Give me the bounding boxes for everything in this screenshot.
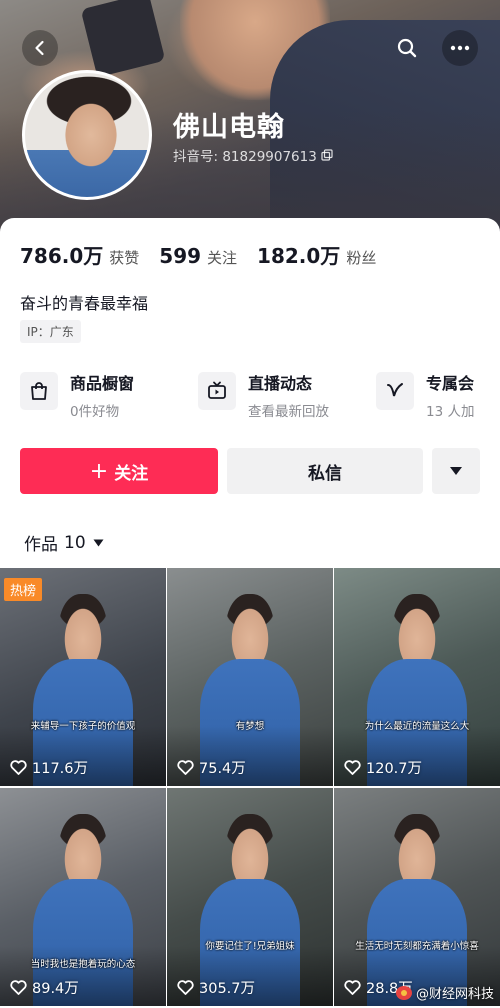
feature-title: 直播动态	[248, 374, 313, 393]
copy-icon[interactable]	[321, 149, 333, 161]
video-caption: 你要记住了!兄弟姐妹	[205, 941, 295, 952]
heart-icon	[344, 760, 361, 775]
message-label: 私信	[308, 463, 342, 484]
chevron-left-icon	[35, 40, 44, 56]
feature-subtitle: 13 人加	[426, 404, 475, 420]
stat-label: 获赞	[109, 249, 140, 267]
caret-down-icon	[93, 539, 104, 546]
follow-button[interactable]: + 关注	[20, 448, 218, 494]
video-likes: 120.7万	[344, 757, 422, 778]
video-likes: 89.4万	[10, 977, 79, 998]
video-caption: 为什么最近的流量这么大	[364, 721, 470, 732]
back-button[interactable]	[22, 30, 58, 66]
follow-label: 关注	[114, 463, 149, 484]
stat-value: 786.0万	[20, 244, 104, 268]
video-likes: 75.4万	[177, 757, 246, 778]
tab-works[interactable]: 作品 10	[24, 530, 104, 555]
likes-count: 89.4万	[32, 981, 79, 997]
shopping-bag-icon	[20, 372, 58, 410]
works-tab-label: 作品	[24, 535, 58, 555]
heart-icon	[10, 760, 27, 775]
video-tile[interactable]: 热榜 来辅导一下孩子的价值观 117.6万	[0, 568, 166, 786]
feature-title: 专属会	[426, 374, 475, 393]
video-caption: 当时我也是抱着玩的心态	[30, 959, 136, 970]
likes-count: 117.6万	[32, 761, 89, 777]
caret-down-icon	[450, 467, 462, 475]
v-logo-icon	[376, 372, 414, 410]
ip-location-tag: IP：广东	[20, 320, 81, 343]
feature-subtitle: 查看最新回放	[248, 404, 329, 420]
stat-label: 粉丝	[346, 249, 377, 267]
video-likes: 305.7万	[177, 977, 255, 998]
feature-title: 商品橱窗	[70, 374, 135, 393]
feature-live-updates[interactable]: 直播动态 查看最新回放	[198, 370, 376, 420]
avatar[interactable]	[22, 70, 152, 200]
message-button[interactable]: 私信	[227, 448, 423, 494]
video-tile[interactable]: 你要记住了!兄弟姐妹 305.7万	[167, 788, 333, 1006]
video-tile[interactable]: 有梦想 75.4万	[167, 568, 333, 786]
more-button[interactable]	[442, 30, 478, 66]
video-caption: 生活无时无刻都充满着小惊喜	[355, 941, 479, 952]
likes-count: 305.7万	[199, 981, 256, 997]
search-icon	[397, 38, 417, 58]
heart-icon	[10, 980, 27, 995]
hot-list-badge: 热榜	[4, 578, 43, 601]
feature-exclusive-membership[interactable]: 专属会 13 人加	[376, 370, 500, 420]
stat-label: 关注	[207, 249, 238, 267]
likes-count: 75.4万	[199, 761, 246, 777]
nickname: 佛山电翰	[173, 112, 285, 143]
heart-icon	[177, 760, 194, 775]
works-count: 10	[64, 532, 86, 553]
stat-likes[interactable]: 786.0万 获赞	[20, 240, 139, 269]
search-button[interactable]	[389, 30, 425, 66]
video-grid: 热榜 来辅导一下孩子的价值观 117.6万 有梦想 75.4万 为什么最近的流量…	[0, 568, 500, 1006]
heart-icon	[177, 980, 194, 995]
video-likes: 117.6万	[10, 757, 88, 778]
feature-row: 商品橱窗 0件好物 直播动态 查看最新回放 专属会 13 人加	[20, 370, 500, 420]
video-tile[interactable]: 当时我也是抱着玩的心态 89.4万	[0, 788, 166, 1006]
likes-count: 120.7万	[366, 761, 423, 777]
tv-icon	[198, 372, 236, 410]
video-tile[interactable]: 生活无时无刻都充满着小惊喜 28.8万	[334, 788, 500, 1006]
watermark: @财经网科技	[395, 983, 494, 1002]
stat-following[interactable]: 599 关注	[159, 244, 237, 268]
more-dots-icon	[450, 45, 470, 51]
weibo-logo-icon	[395, 985, 412, 1000]
watermark-text: @财经网科技	[415, 987, 494, 1002]
douyin-id-text: 抖音号: 81829907613	[173, 149, 317, 165]
recommend-dropdown-button[interactable]	[432, 448, 480, 494]
feature-subtitle: 0件好物	[70, 404, 120, 420]
video-tile[interactable]: 为什么最近的流量这么大 120.7万	[334, 568, 500, 786]
stat-value: 182.0万	[257, 244, 341, 268]
heart-icon	[344, 980, 361, 995]
plus-icon: +	[89, 458, 109, 484]
video-caption: 有梦想	[235, 721, 265, 732]
stat-value: 599	[159, 244, 202, 268]
action-row: + 关注 私信	[20, 448, 480, 494]
stat-followers[interactable]: 182.0万 粉丝	[257, 240, 376, 269]
douyin-id[interactable]: 抖音号: 81829907613	[173, 145, 333, 165]
feature-shop-window[interactable]: 商品橱窗 0件好物	[20, 370, 198, 420]
bio-text: 奋斗的青春最幸福	[20, 294, 149, 313]
video-caption: 来辅导一下孩子的价值观	[30, 721, 136, 732]
stats-row: 786.0万 获赞 599 关注 182.0万 粉丝	[20, 240, 396, 269]
